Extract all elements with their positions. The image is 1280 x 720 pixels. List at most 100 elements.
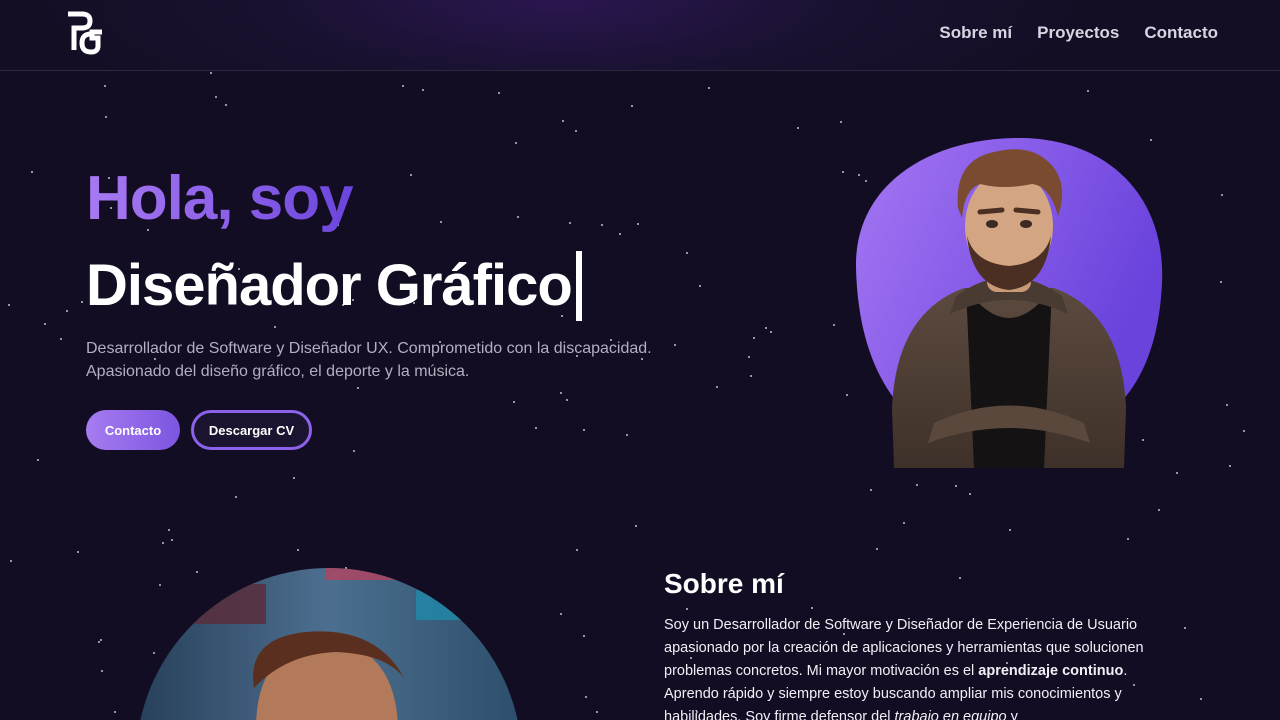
star-dot: [171, 539, 173, 541]
star-dot: [1127, 538, 1129, 540]
main-nav: Sobre mí Proyectos Contacto: [939, 22, 1218, 44]
star-dot: [560, 613, 562, 615]
star-dot: [77, 551, 79, 553]
star-dot: [626, 434, 628, 436]
star-dot: [699, 285, 701, 287]
star-dot: [686, 608, 688, 610]
star-dot: [168, 529, 170, 531]
star-dot: [101, 670, 103, 672]
star-dot: [60, 338, 62, 340]
star-dot: [1087, 90, 1089, 92]
star-dot: [601, 224, 603, 226]
star-dot: [811, 607, 813, 609]
star-dot: [225, 104, 227, 106]
star-dot: [583, 635, 585, 637]
typing-caret: [575, 251, 582, 321]
star-dot: [535, 427, 537, 429]
star-dot: [708, 87, 710, 89]
star-dot: [560, 392, 562, 394]
download-cv-button[interactable]: Descargar CV: [191, 410, 312, 450]
star-dot: [515, 142, 517, 144]
star-dot: [162, 542, 164, 544]
star-dot: [797, 127, 799, 129]
star-dot: [846, 394, 848, 396]
site-header: Sobre mí Proyectos Contacto: [0, 0, 1280, 71]
star-dot: [100, 639, 102, 641]
star-dot: [576, 549, 578, 551]
star-dot: [686, 252, 688, 254]
star-dot: [585, 696, 587, 698]
star-dot: [716, 386, 718, 388]
star-dot: [876, 548, 878, 550]
star-dot: [840, 121, 842, 123]
hero-description-line-1: Desarrollador de Software y Diseñador UX…: [86, 340, 652, 357]
star-dot: [8, 304, 10, 306]
star-dot: [517, 216, 519, 218]
star-dot: [916, 484, 918, 486]
hero-role-title: Diseñador Gráfico: [86, 250, 582, 322]
star-dot: [210, 72, 212, 74]
star-dot: [842, 171, 844, 173]
star-dot: [1009, 529, 1011, 531]
star-dot: [1221, 194, 1223, 196]
about-text-italic: trabajo en equipo: [894, 709, 1007, 720]
star-dot: [498, 92, 500, 94]
star-dot: [833, 324, 835, 326]
star-dot: [583, 429, 585, 431]
star-dot: [297, 549, 299, 551]
logo-icon[interactable]: [64, 10, 106, 58]
star-dot: [750, 375, 752, 377]
star-dot: [903, 522, 905, 524]
star-dot: [10, 560, 12, 562]
star-dot: [98, 641, 100, 643]
star-dot: [44, 323, 46, 325]
star-dot: [1176, 472, 1178, 474]
star-dot: [959, 577, 961, 579]
star-dot: [631, 105, 633, 107]
star-dot: [105, 116, 107, 118]
hero-role-text: Diseñador Gráfico: [86, 253, 573, 318]
contact-button[interactable]: Contacto: [86, 410, 180, 450]
star-dot: [81, 301, 83, 303]
star-dot: [870, 489, 872, 491]
star-dot: [575, 130, 577, 132]
star-dot: [770, 331, 772, 333]
star-dot: [1158, 509, 1160, 511]
star-dot: [402, 85, 404, 87]
star-dot: [274, 326, 276, 328]
nav-link-proyectos[interactable]: Proyectos: [1037, 22, 1119, 44]
star-dot: [955, 485, 957, 487]
star-dot: [353, 450, 355, 452]
star-dot: [1184, 627, 1186, 629]
star-dot: [596, 711, 598, 713]
star-dot: [357, 387, 359, 389]
star-dot: [765, 327, 767, 329]
about-text-part-3: y: [1006, 709, 1018, 720]
star-dot: [410, 174, 412, 176]
star-dot: [114, 711, 116, 713]
star-dot: [235, 496, 237, 498]
star-dot: [748, 356, 750, 358]
star-dot: [215, 96, 217, 98]
star-dot: [566, 399, 568, 401]
star-dot: [104, 85, 106, 87]
star-dot: [637, 223, 639, 225]
about-section-title: Sobre mí: [664, 568, 784, 599]
star-dot: [513, 401, 515, 403]
star-dot: [562, 120, 564, 122]
star-dot: [619, 233, 621, 235]
star-dot: [66, 310, 68, 312]
star-dot: [569, 222, 571, 224]
star-dot: [37, 459, 39, 461]
star-dot: [31, 171, 33, 173]
nav-link-contacto[interactable]: Contacto: [1144, 22, 1218, 44]
star-dot: [1243, 430, 1245, 432]
hero-greeting: Hola, soy: [86, 164, 354, 233]
star-dot: [1200, 698, 1202, 700]
about-paragraph: Soy un Desarrollador de Software y Diseñ…: [664, 614, 1154, 720]
star-dot: [1220, 281, 1222, 283]
hero-description: Desarrollador de Software y Diseñador UX…: [86, 337, 706, 383]
nav-link-sobre-mi[interactable]: Sobre mí: [939, 22, 1012, 44]
star-dot: [1229, 465, 1231, 467]
avatar-illustration: [855, 138, 1163, 468]
